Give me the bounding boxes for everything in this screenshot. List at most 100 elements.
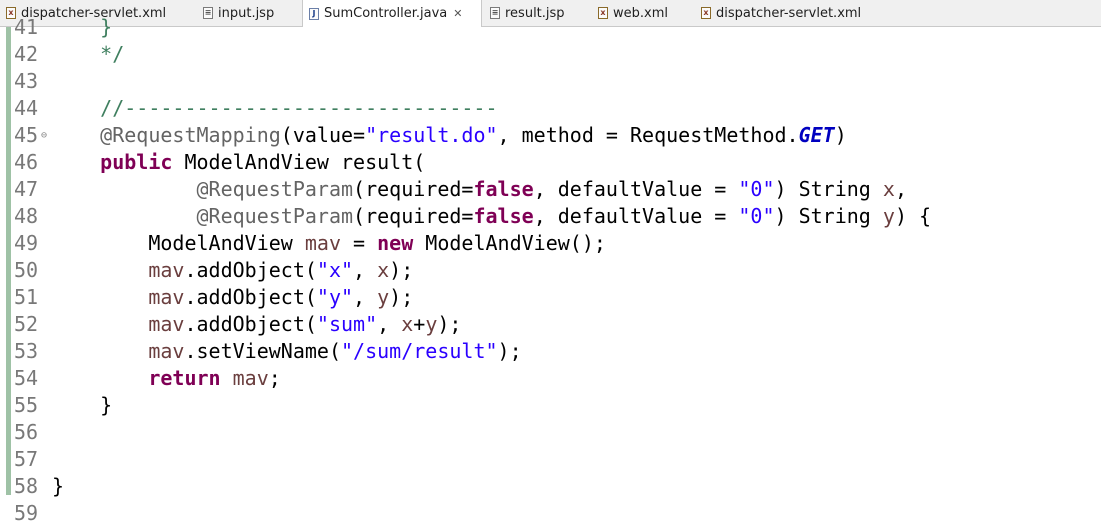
code-line[interactable]: 56: [0, 419, 1101, 446]
code-text: }: [52, 14, 112, 41]
code-token: );: [497, 339, 522, 363]
code-token: }: [52, 393, 113, 417]
code-token: ,: [353, 285, 378, 309]
code-text: }: [52, 392, 112, 419]
code-text: public ModelAndView result(: [52, 149, 425, 176]
line-number: 48: [14, 204, 39, 228]
line-number: 47: [14, 177, 39, 201]
code-text: }: [52, 473, 64, 500]
code-line[interactable]: 43: [0, 68, 1101, 95]
code-token: (required=: [353, 204, 474, 228]
code-text: mav.setViewName("/sum/result");: [52, 338, 522, 365]
code-text: @RequestMapping(value="result.do", metho…: [52, 122, 847, 149]
line-number: 53: [14, 339, 39, 363]
code-line[interactable]: 57: [0, 446, 1101, 473]
code-token: mav: [232, 366, 269, 390]
code-text: @RequestParam(required=false, defaultVal…: [52, 203, 932, 230]
code-line[interactable]: 51 mav.addObject("y", y);: [0, 284, 1101, 311]
line-number: 49: [14, 231, 39, 255]
code-token: "sum": [316, 312, 378, 336]
code-token: false: [473, 177, 534, 201]
line-number: 56: [14, 420, 39, 444]
code-token: ModelAndView: [52, 231, 305, 255]
code-line[interactable]: 41 }: [0, 14, 1101, 41]
code-token: "result.do": [365, 123, 498, 147]
code-token: "0": [738, 204, 775, 228]
code-token: ) String: [774, 177, 883, 201]
line-number: 51: [14, 285, 39, 309]
code-token: mav: [304, 231, 341, 255]
code-line[interactable]: 50 mav.addObject("x", x);: [0, 257, 1101, 284]
line-number: 55: [14, 393, 39, 417]
code-line[interactable]: 53 mav.setViewName("/sum/result");: [0, 338, 1101, 365]
code-token: ;: [268, 366, 281, 390]
code-token: ): [834, 123, 847, 147]
code-token: //-------------------------------: [52, 96, 498, 120]
code-token: */: [52, 42, 125, 66]
code-token: );: [389, 285, 414, 309]
code-token: false: [473, 204, 534, 228]
code-line[interactable]: 47 @RequestParam(required=false, default…: [0, 176, 1101, 203]
code-token: (value=: [280, 123, 366, 147]
code-token: .addObject(: [184, 258, 317, 282]
code-text: */: [52, 41, 124, 68]
code-text: return mav;: [52, 365, 281, 392]
code-text: ModelAndView mav = new ModelAndView();: [52, 230, 606, 257]
code-token: ModelAndView result(: [172, 150, 426, 174]
code-token: x: [882, 177, 895, 201]
code-token: .addObject(: [184, 312, 317, 336]
code-token: GET: [798, 123, 835, 147]
code-text: mav.addObject("x", x);: [52, 257, 413, 284]
code-text: mav.addObject("sum", x+y);: [52, 311, 461, 338]
code-token: x: [401, 312, 414, 336]
code-line[interactable]: 58}: [0, 473, 1101, 500]
fold-toggle-icon[interactable]: ⊖: [41, 122, 47, 149]
code-token: }: [52, 15, 113, 39]
code-token: "y": [316, 285, 354, 309]
code-token: }: [52, 474, 65, 498]
code-token: ) String: [774, 204, 883, 228]
code-line[interactable]: 44 //-------------------------------: [0, 95, 1101, 122]
code-token: .addObject(: [184, 285, 317, 309]
line-number: 41: [14, 15, 39, 39]
code-line[interactable]: 55 }: [0, 392, 1101, 419]
code-line[interactable]: 45 ⊖ @RequestMapping(value="result.do", m…: [0, 122, 1101, 149]
line-number: 42: [14, 42, 39, 66]
code-text: mav.addObject("y", y);: [52, 284, 413, 311]
line-number: 50: [14, 258, 39, 282]
code-token: x: [377, 258, 390, 282]
code-editor[interactable]: 41 } 42 */43 44 //------------------------…: [0, 15, 1101, 525]
code-line[interactable]: 42 */: [0, 41, 1101, 68]
code-token: new: [377, 231, 414, 255]
code-token: ,: [377, 312, 402, 336]
code-token: y: [882, 204, 895, 228]
code-token: (required=: [353, 177, 474, 201]
code-token: , defaultValue =: [533, 204, 739, 228]
code-line[interactable]: 52 mav.addObject("sum", x+y);: [0, 311, 1101, 338]
line-number: 57: [14, 447, 39, 471]
code-line[interactable]: 48 @RequestParam(required=false, default…: [0, 203, 1101, 230]
code-text: //-------------------------------: [52, 95, 498, 122]
code-token: "x": [316, 258, 354, 282]
code-token: mav: [148, 285, 185, 309]
line-number: 54: [14, 366, 39, 390]
code-token: +: [413, 312, 426, 336]
code-token: =: [341, 231, 378, 255]
code-token: y: [425, 312, 438, 336]
code-line[interactable]: 46 public ModelAndView result(: [0, 149, 1101, 176]
code-token: y: [377, 285, 390, 309]
code-line[interactable]: 54 return mav;: [0, 365, 1101, 392]
code-token: mav: [148, 258, 185, 282]
code-token: );: [389, 258, 414, 282]
code-line[interactable]: 49 ModelAndView mav = new ModelAndView()…: [0, 230, 1101, 257]
